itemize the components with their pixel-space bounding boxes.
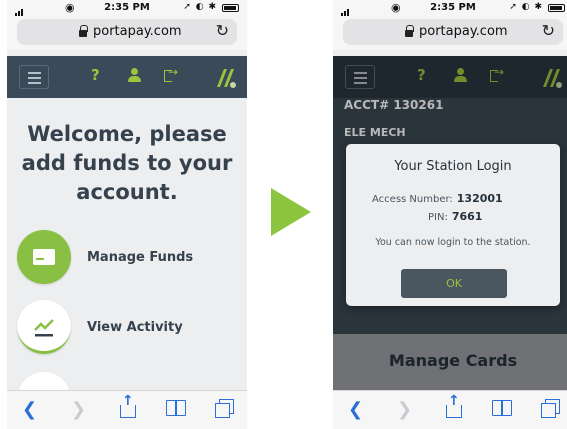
dialog-message: You can now login to the station. bbox=[375, 237, 531, 248]
portapay-logo-icon bbox=[215, 65, 237, 89]
battery-icon bbox=[548, 4, 565, 12]
share-icon[interactable] bbox=[119, 393, 136, 418]
logout-icon[interactable] bbox=[164, 65, 178, 83]
browser-address-bar: portapay.com ↻ bbox=[7, 16, 247, 50]
view-activity-circle bbox=[17, 300, 71, 354]
browser-toolbar: ❮ ❯ bbox=[333, 390, 567, 429]
forward-icon[interactable]: ❯ bbox=[397, 399, 412, 420]
manage-funds-button[interactable]: Manage Funds bbox=[17, 230, 237, 286]
status-bar: ◉ 2:35 PM ➚ ◐ ✱ bbox=[7, 0, 247, 16]
ok-button[interactable]: OK bbox=[401, 269, 507, 298]
access-number-row: Access Number: 132001 bbox=[372, 192, 503, 205]
welcome-line: add funds to your bbox=[21, 151, 233, 175]
pin-value: 7661 bbox=[451, 210, 483, 223]
url-text: portapay.com bbox=[93, 24, 182, 39]
url-text: portapay.com bbox=[419, 24, 508, 39]
welcome-heading: Welcome, please add funds to your accoun… bbox=[7, 120, 247, 207]
welcome-line: account. bbox=[76, 180, 178, 204]
lock-icon bbox=[405, 25, 414, 37]
right-phone-screen: ◉ 2:35 PM ➚ ◐ ✱ portapay.com ↻ ? ACCT# 1… bbox=[333, 0, 567, 429]
manage-funds-circle bbox=[17, 230, 71, 284]
bookmarks-icon[interactable] bbox=[166, 400, 186, 416]
back-icon[interactable]: ❮ bbox=[22, 399, 37, 420]
view-activity-label: View Activity bbox=[87, 320, 183, 335]
browser-address-bar: portapay.com ↻ bbox=[333, 16, 567, 50]
battery-icon bbox=[222, 4, 239, 12]
url-field[interactable]: portapay.com ↻ bbox=[343, 19, 563, 45]
station-login-dialog: Your Station Login Access Number: 132001 … bbox=[346, 144, 560, 306]
share-icon[interactable] bbox=[445, 393, 462, 418]
app-nav-bar: ? bbox=[7, 56, 247, 98]
main-content: Welcome, please add funds to your accoun… bbox=[7, 98, 247, 426]
tabs-icon[interactable] bbox=[541, 399, 560, 418]
manage-funds-label: Manage Funds bbox=[87, 250, 194, 265]
forward-icon[interactable]: ❯ bbox=[71, 399, 86, 420]
transition-arrow-icon bbox=[271, 188, 311, 236]
reload-icon[interactable]: ↻ bbox=[542, 21, 555, 40]
url-field[interactable]: portapay.com ↻ bbox=[17, 19, 237, 45]
access-number-label: Access Number: bbox=[372, 194, 453, 205]
browser-toolbar: ❮ ❯ bbox=[7, 390, 247, 429]
pin-row: PIN: 7661 bbox=[428, 210, 482, 223]
left-phone-screen: ◉ 2:35 PM ➚ ◐ ✱ portapay.com ↻ ? Welcome… bbox=[7, 0, 247, 429]
location-bluetooth-icons: ➚ ◐ ✱ bbox=[509, 2, 543, 12]
trend-icon bbox=[32, 316, 56, 338]
help-icon[interactable]: ? bbox=[91, 66, 100, 84]
welcome-line: Welcome, please bbox=[27, 122, 227, 146]
user-icon[interactable] bbox=[127, 68, 141, 84]
status-bar: ◉ 2:35 PM ➚ ◐ ✱ bbox=[333, 0, 567, 16]
card-icon bbox=[33, 249, 55, 265]
menu-icon[interactable] bbox=[19, 65, 49, 89]
reload-icon[interactable]: ↻ bbox=[216, 21, 229, 40]
view-activity-button[interactable]: View Activity bbox=[17, 300, 237, 356]
pin-label: PIN: bbox=[428, 212, 448, 223]
tabs-icon[interactable] bbox=[215, 399, 234, 418]
location-bluetooth-icons: ➚ ◐ ✱ bbox=[183, 2, 217, 12]
access-number-value: 132001 bbox=[456, 192, 503, 205]
bookmarks-icon[interactable] bbox=[492, 400, 512, 416]
back-icon[interactable]: ❮ bbox=[348, 399, 363, 420]
lock-icon bbox=[79, 25, 88, 37]
dialog-title: Your Station Login bbox=[394, 159, 512, 174]
